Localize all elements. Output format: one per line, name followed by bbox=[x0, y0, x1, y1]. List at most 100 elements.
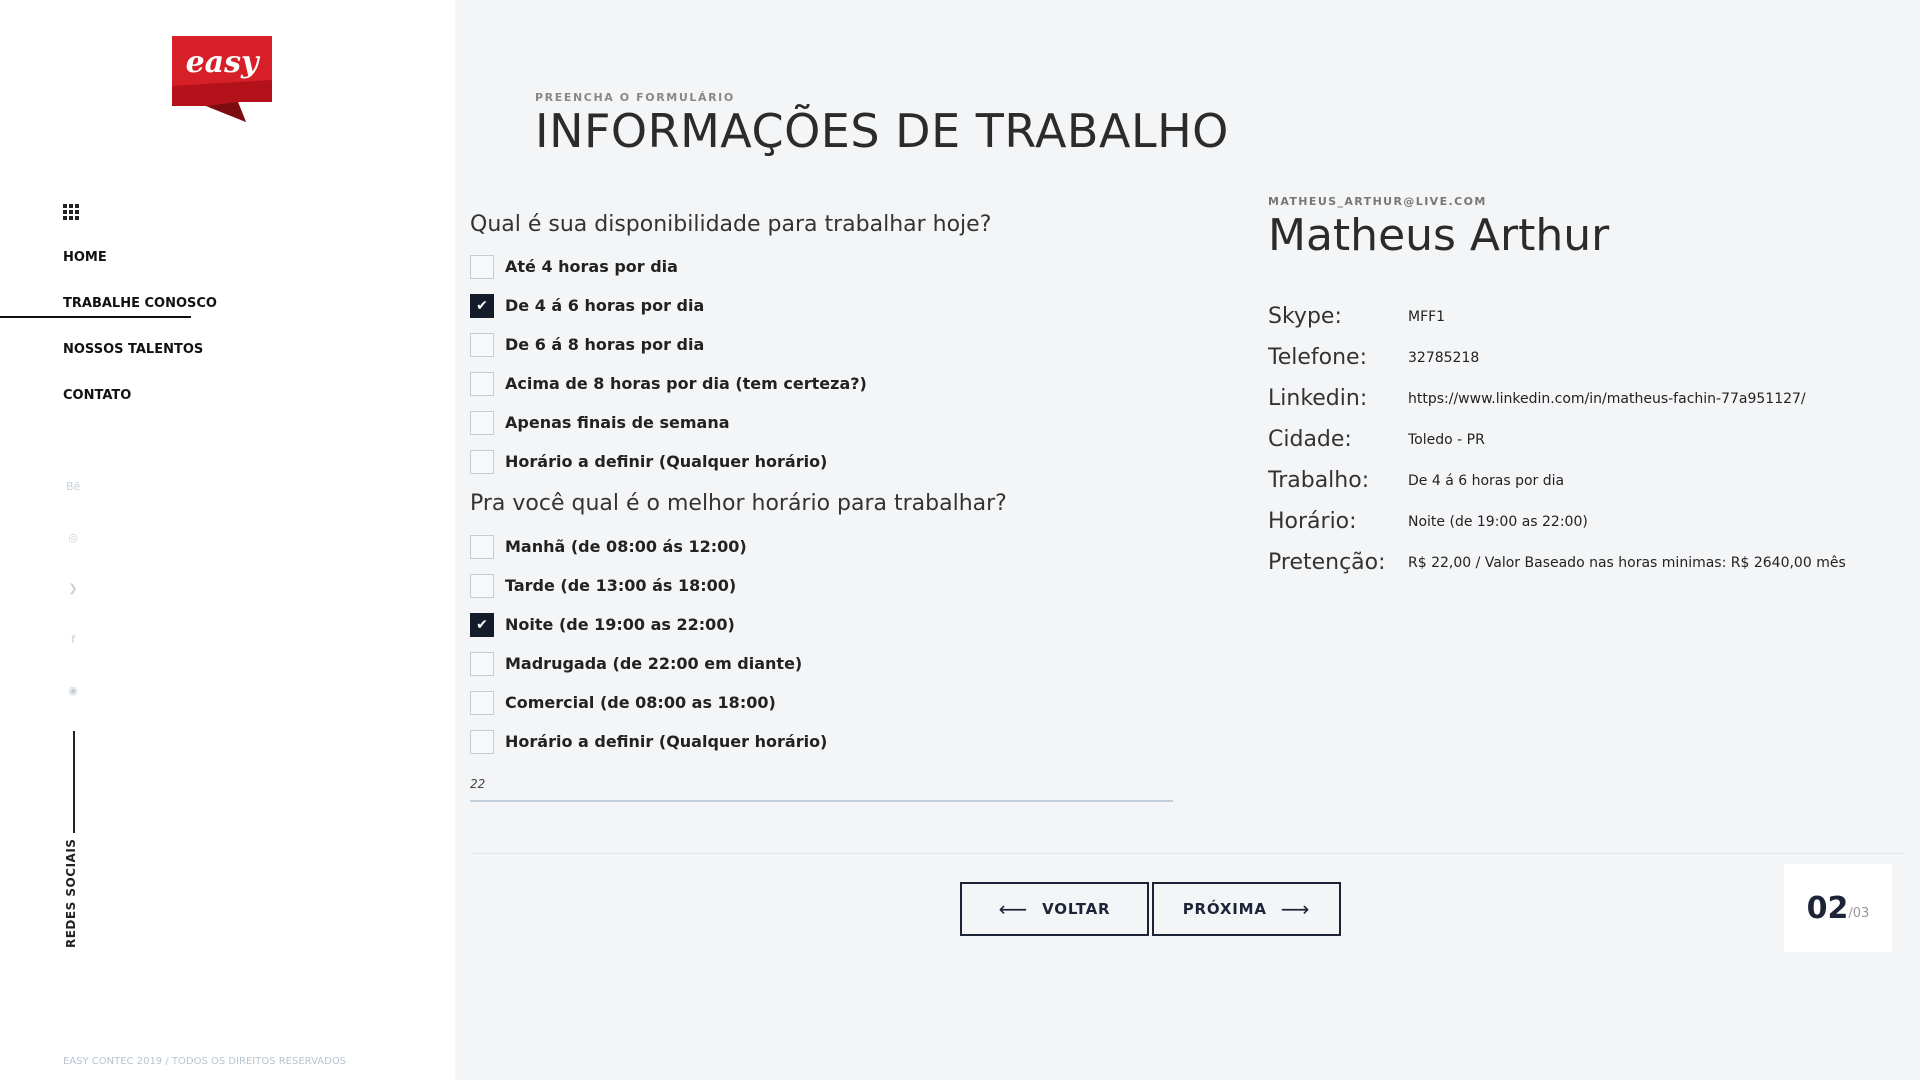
active-nav-underline bbox=[0, 316, 191, 318]
info-label: Horário: bbox=[1268, 509, 1357, 534]
option-label[interactable]: Manhã (de 08:00 ás 12:00) bbox=[505, 537, 747, 556]
info-value: Toledo - PR bbox=[1408, 431, 1485, 448]
info-value: R$ 22,00 / Valor Baseado nas horas minim… bbox=[1408, 554, 1846, 571]
option-item[interactable]: Manhã (de 08:00 ás 12:00) bbox=[470, 527, 827, 566]
info-row-linkedin: Linkedin: https://www.linkedin.com/in/mat… bbox=[1268, 378, 1846, 419]
info-label: Pretenção: bbox=[1268, 550, 1386, 575]
behance-icon[interactable]: Bē bbox=[66, 480, 80, 494]
twitter-icon[interactable]: ❯ bbox=[66, 582, 80, 596]
nav-link-nossos-talentos[interactable]: NOSSOS TALENTOS bbox=[63, 342, 203, 357]
social-links: Bē ◎ ❯ f ◉ bbox=[66, 480, 80, 735]
info-label: Skype: bbox=[1268, 304, 1342, 329]
info-row-trabalho: Trabalho: De 4 á 6 horas por dia bbox=[1268, 460, 1846, 501]
nav-link-trabalhe-conosco[interactable]: TRABALHE CONOSCO bbox=[63, 296, 217, 311]
checkbox[interactable] bbox=[470, 371, 494, 396]
checkbox[interactable] bbox=[470, 449, 494, 474]
social-label: REDES SOCIAIS bbox=[64, 838, 78, 948]
nav-item-contato[interactable]: CONTATO bbox=[63, 388, 217, 434]
page-pretitle: PREENCHA O FORMULÁRIO bbox=[535, 91, 735, 104]
current-page: 02 bbox=[1806, 890, 1849, 926]
info-value: De 4 á 6 horas por dia bbox=[1408, 472, 1565, 489]
checkbox[interactable] bbox=[470, 332, 494, 357]
checkbox[interactable] bbox=[470, 573, 494, 598]
option-item[interactable]: Horário a definir (Qualquer horário) bbox=[470, 442, 867, 481]
availability-options: Até 4 horas por dia ✔ De 4 á 6 horas por … bbox=[470, 247, 867, 481]
option-label[interactable]: Até 4 horas por dia bbox=[505, 257, 678, 276]
option-label[interactable]: Acima de 8 horas por dia (tem certeza?) bbox=[505, 374, 867, 393]
option-label[interactable]: Madrugada (de 22:00 em diante) bbox=[505, 654, 802, 673]
salary-input[interactable] bbox=[470, 768, 1173, 802]
instagram-icon[interactable]: ◉ bbox=[66, 684, 80, 698]
option-item[interactable]: Madrugada (de 22:00 em diante) bbox=[470, 644, 827, 683]
info-value: https://www.linkedin.com/in/matheus-fach… bbox=[1408, 390, 1806, 407]
profile-info: Skype: MFF1 Telefone: 32785218 Linkedin: ht… bbox=[1268, 296, 1846, 583]
total-pages: /03 bbox=[1848, 905, 1870, 921]
footer-copyright: EASY CONTEC 2019 / TODOS OS DIREITOS RES… bbox=[63, 1056, 347, 1067]
option-label[interactable]: Horário a definir (Qualquer horário) bbox=[505, 732, 827, 751]
back-button-label: VOLTAR bbox=[1042, 900, 1111, 918]
option-item[interactable]: Tarde (de 13:00 ás 18:00) bbox=[470, 566, 827, 605]
checkbox[interactable] bbox=[470, 534, 494, 559]
checkbox[interactable] bbox=[470, 254, 494, 279]
option-item[interactable]: ✔ De 4 á 6 horas por dia bbox=[470, 286, 867, 325]
option-item[interactable]: Horário a definir (Qualquer horário) bbox=[470, 722, 827, 761]
info-row-cidade: Cidade: Toledo - PR bbox=[1268, 419, 1846, 460]
arrow-right-icon: ⟶ bbox=[1280, 897, 1311, 921]
next-button[interactable]: PRÓXIMA ⟶ bbox=[1152, 882, 1341, 936]
info-row-skype: Skype: MFF1 bbox=[1268, 296, 1846, 337]
checkbox-checked[interactable]: ✔ bbox=[470, 612, 494, 637]
main-nav: HOME TRABALHE CONOSCO NOSSOS TALENTOS CO… bbox=[63, 250, 217, 434]
option-label[interactable]: Horário a definir (Qualquer horário) bbox=[505, 452, 827, 471]
info-label: Cidade: bbox=[1268, 427, 1352, 452]
profile-email: MATHEUS_ARTHUR@LIVE.COM bbox=[1268, 195, 1487, 208]
facebook-icon[interactable]: f bbox=[66, 633, 80, 647]
info-label: Telefone: bbox=[1268, 345, 1367, 370]
option-label[interactable]: Tarde (de 13:00 ás 18:00) bbox=[505, 576, 736, 595]
logo-text: easy bbox=[186, 45, 261, 80]
question-best-time: Pra você qual é o melhor horário para tr… bbox=[470, 491, 1007, 516]
checkbox[interactable] bbox=[470, 651, 494, 676]
option-item[interactable]: Apenas finais de semana bbox=[470, 403, 867, 442]
nav-item-nossos-talentos[interactable]: NOSSOS TALENTOS bbox=[63, 342, 217, 388]
info-label: Linkedin: bbox=[1268, 386, 1368, 411]
option-item[interactable]: De 6 á 8 horas por dia bbox=[470, 325, 867, 364]
info-value: MFF1 bbox=[1408, 308, 1446, 325]
option-item[interactable]: Acima de 8 horas por dia (tem certeza?) bbox=[470, 364, 867, 403]
option-label[interactable]: De 6 á 8 horas por dia bbox=[505, 335, 704, 354]
option-item[interactable]: Até 4 horas por dia bbox=[470, 247, 867, 286]
option-item[interactable]: ✔ Noite (de 19:00 as 22:00) bbox=[470, 605, 827, 644]
arrow-left-icon: ⟵ bbox=[998, 897, 1029, 921]
info-row-pretencao: Pretenção: R$ 22,00 / Valor Baseado nas h… bbox=[1268, 542, 1846, 583]
info-row-telefone: Telefone: 32785218 bbox=[1268, 337, 1846, 378]
option-label[interactable]: Comercial (de 08:00 as 18:00) bbox=[505, 693, 776, 712]
checkbox[interactable] bbox=[470, 690, 494, 715]
profile-name: Matheus Arthur bbox=[1268, 210, 1610, 261]
option-label[interactable]: De 4 á 6 horas por dia bbox=[505, 296, 704, 315]
social-divider-line bbox=[73, 731, 75, 833]
option-label[interactable]: Apenas finais de semana bbox=[505, 413, 730, 432]
info-value: Noite (de 19:00 as 22:00) bbox=[1408, 513, 1588, 530]
nav-item-trabalhe-conosco[interactable]: TRABALHE CONOSCO bbox=[63, 296, 217, 342]
footer-divider bbox=[470, 853, 1905, 854]
nav-link-contato[interactable]: CONTATO bbox=[63, 388, 131, 403]
option-item[interactable]: Comercial (de 08:00 as 18:00) bbox=[470, 683, 827, 722]
easy-logo[interactable]: easy bbox=[172, 36, 276, 122]
question-availability: Qual é sua disponibilidade para trabalha… bbox=[470, 212, 992, 237]
page-indicator: 02 /03 bbox=[1784, 864, 1892, 952]
info-row-horario: Horário: Noite (de 19:00 as 22:00) bbox=[1268, 501, 1846, 542]
next-button-label: PRÓXIMA bbox=[1182, 900, 1267, 918]
checkbox[interactable] bbox=[470, 729, 494, 754]
menu-grid-icon[interactable] bbox=[63, 204, 81, 222]
sidebar: easy HOME TRABALHE CONOSCO NOSSOS TALENT… bbox=[0, 0, 455, 1080]
info-value: 32785218 bbox=[1408, 349, 1480, 366]
dribbble-icon[interactable]: ◎ bbox=[66, 531, 80, 545]
option-label[interactable]: Noite (de 19:00 as 22:00) bbox=[505, 615, 735, 634]
info-label: Trabalho: bbox=[1268, 468, 1370, 493]
nav-link-home[interactable]: HOME bbox=[63, 250, 107, 265]
best-time-options: Manhã (de 08:00 ás 12:00) Tarde (de 13:0… bbox=[470, 527, 827, 761]
page-title: INFORMAÇÕES DE TRABALHO bbox=[535, 104, 1229, 158]
back-button[interactable]: ⟵ VOLTAR bbox=[960, 882, 1149, 936]
checkbox[interactable] bbox=[470, 410, 494, 435]
checkbox-checked[interactable]: ✔ bbox=[470, 293, 494, 318]
nav-item-home[interactable]: HOME bbox=[63, 250, 217, 296]
